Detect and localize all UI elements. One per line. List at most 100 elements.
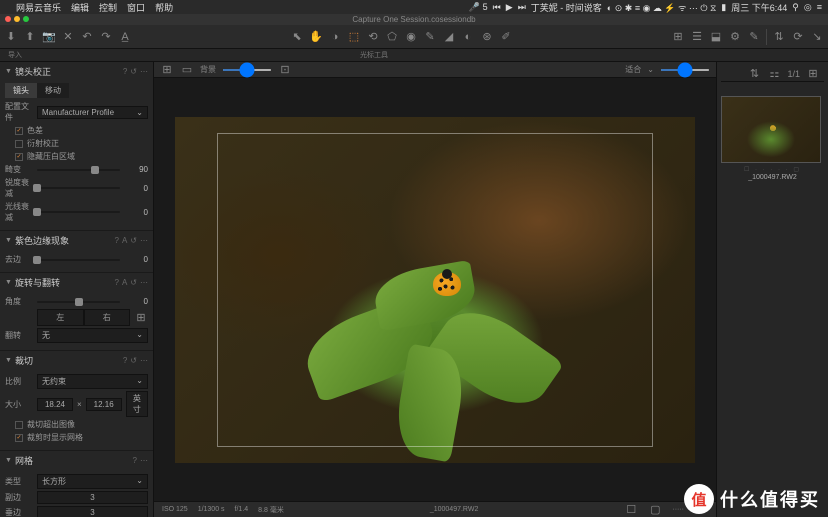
- chevron-down-icon[interactable]: ⌄: [647, 65, 654, 74]
- undo-icon[interactable]: ↶: [80, 30, 94, 44]
- grid-type-dropdown[interactable]: 长方形⌄: [37, 474, 148, 489]
- crop-overlay[interactable]: [217, 133, 653, 447]
- zoom-slider[interactable]: [660, 69, 710, 71]
- menu-control[interactable]: 控制: [99, 1, 117, 14]
- ratio-dropdown[interactable]: 无约束⌄: [37, 374, 148, 389]
- traffic-lights[interactable]: [5, 16, 29, 22]
- compare-icon[interactable]: ⬓: [709, 30, 723, 44]
- rating-icon[interactable]: ☐: [624, 503, 638, 517]
- rotate-tool-icon[interactable]: ⟲: [366, 30, 380, 44]
- tab-move[interactable]: 移动: [37, 83, 69, 98]
- angle-slider[interactable]: [37, 301, 120, 303]
- copy-adj-icon[interactable]: ⇅: [772, 30, 786, 44]
- help-icon[interactable]: ?: [123, 67, 127, 76]
- menu-icon[interactable]: ⋯: [140, 67, 148, 76]
- crop-tool-icon[interactable]: ⬚: [347, 30, 361, 44]
- bg-brightness-slider[interactable]: [222, 69, 272, 71]
- clock[interactable]: 周三 下午6:44: [731, 1, 787, 14]
- export-icon[interactable]: ⬆: [23, 30, 37, 44]
- light-slider[interactable]: [37, 211, 120, 213]
- chk-ca[interactable]: ✓色差: [15, 125, 148, 136]
- thumbnail-rating[interactable]: ☐ · · · · · ▢: [721, 166, 824, 173]
- reset-icon[interactable]: ↺: [130, 356, 137, 365]
- battery-icon[interactable]: ▮: [721, 2, 726, 13]
- menu-icon[interactable]: ⋯: [140, 236, 148, 245]
- proof-icon[interactable]: ⊡: [278, 63, 292, 77]
- apply-icon[interactable]: ↘: [810, 30, 824, 44]
- reset-icon[interactable]: ↺: [130, 67, 137, 76]
- image-canvas[interactable]: [154, 78, 716, 501]
- close-icon[interactable]: [5, 16, 11, 22]
- reset-icon[interactable]: ↺: [130, 236, 137, 245]
- section-header[interactable]: ▼ 网格 ?⋯: [0, 451, 153, 470]
- hand-tool-icon[interactable]: ✋: [309, 30, 323, 44]
- help-icon[interactable]: ?: [115, 236, 119, 245]
- gradient-tool-icon[interactable]: ◢: [442, 30, 456, 44]
- paste-adj-icon[interactable]: ⟳: [791, 30, 805, 44]
- menu-icon[interactable]: ⋯: [140, 278, 148, 287]
- notif-icon[interactable]: ≡: [817, 2, 822, 12]
- playback-prev-icon[interactable]: ⏮: [493, 2, 501, 13]
- mic-icon[interactable]: 🎤 5: [469, 2, 488, 13]
- menu-icon[interactable]: ⋯: [140, 356, 148, 365]
- section-header[interactable]: ▼ 紫色边缘现象 ?A↺⋯: [0, 231, 153, 250]
- import-icon[interactable]: ⬇: [4, 30, 18, 44]
- browser-icon[interactable]: ⊞: [160, 63, 174, 77]
- grid-icon[interactable]: ⊞: [134, 311, 148, 325]
- grid-view-icon[interactable]: ⊞: [806, 67, 820, 81]
- auto-icon[interactable]: A: [122, 278, 127, 287]
- color-tag-icon[interactable]: ▢: [648, 503, 662, 517]
- playback-next-icon[interactable]: ⏭: [518, 2, 526, 13]
- profile-dropdown[interactable]: Manufacturer Profile⌄: [37, 106, 148, 119]
- menu-edit[interactable]: 编辑: [71, 1, 89, 14]
- rotate-left-button[interactable]: 左: [37, 309, 84, 326]
- chk-outside[interactable]: 裁切超出图像: [15, 419, 148, 430]
- grid-vert-input[interactable]: [37, 506, 148, 517]
- loupe-icon[interactable]: ◑: [328, 30, 342, 44]
- radial-tool-icon[interactable]: ◐: [461, 30, 475, 44]
- help-icon[interactable]: ?: [133, 456, 137, 465]
- tab-lens[interactable]: 镜头: [5, 83, 37, 98]
- keystone-tool-icon[interactable]: ⬠: [385, 30, 399, 44]
- reset-icon[interactable]: ↺: [130, 278, 137, 287]
- spotlight-icon[interactable]: ⚲: [792, 2, 799, 13]
- menu-help[interactable]: 帮助: [155, 1, 173, 14]
- menu-icon[interactable]: ⋯: [140, 456, 148, 465]
- mask-tool-icon[interactable]: ✎: [423, 30, 437, 44]
- cursor-tool-icon[interactable]: ⬉: [290, 30, 304, 44]
- section-header[interactable]: ▼ 旋转与翻转 ?A↺⋯: [0, 273, 153, 292]
- filter-icon[interactable]: ⚏: [767, 67, 781, 81]
- list-view-icon[interactable]: ☰: [690, 30, 704, 44]
- crop-height-input[interactable]: [86, 398, 122, 411]
- rotate-right-button[interactable]: 右: [84, 309, 131, 326]
- help-icon[interactable]: ?: [115, 278, 119, 287]
- redo-icon[interactable]: ↷: [99, 30, 113, 44]
- minimize-icon[interactable]: [14, 16, 20, 22]
- settings-icon[interactable]: ⚙: [728, 30, 742, 44]
- viewer-icon[interactable]: ▭: [180, 63, 194, 77]
- grid-view-icon[interactable]: ⊞: [671, 30, 685, 44]
- sharpness-slider[interactable]: [37, 187, 120, 189]
- chk-hide[interactable]: ✓隐藏压白区域: [15, 151, 148, 162]
- maximize-icon[interactable]: [23, 16, 29, 22]
- sort-icon[interactable]: ⇅: [747, 67, 761, 81]
- heal-tool-icon[interactable]: ⊛: [480, 30, 494, 44]
- playback-play-icon[interactable]: ▶: [506, 2, 513, 13]
- chk-grid[interactable]: ✓裁剪时显示网格: [15, 432, 148, 443]
- distortion-slider[interactable]: [37, 169, 120, 171]
- picker-tool-icon[interactable]: ✐: [499, 30, 513, 44]
- annotate-icon[interactable]: ✎: [747, 30, 761, 44]
- section-header[interactable]: ▼ 镜头校正 ?↺⋯: [0, 62, 153, 81]
- camera-icon[interactable]: 📷: [42, 30, 56, 44]
- thumbnail[interactable]: [721, 96, 821, 163]
- defringe-slider[interactable]: [37, 259, 120, 261]
- section-header[interactable]: ▼ 裁切 ?↺⋯: [0, 351, 153, 370]
- grid-sub-input[interactable]: [37, 491, 148, 504]
- delete-icon[interactable]: ✕: [61, 30, 75, 44]
- siri-icon[interactable]: ◎: [804, 2, 812, 13]
- unit-dropdown[interactable]: 英寸: [126, 391, 148, 417]
- auto-rotate-icon[interactable]: A̲: [118, 30, 132, 44]
- app-name[interactable]: 网易云音乐: [16, 1, 61, 14]
- help-icon[interactable]: ?: [123, 356, 127, 365]
- crop-width-input[interactable]: [37, 398, 73, 411]
